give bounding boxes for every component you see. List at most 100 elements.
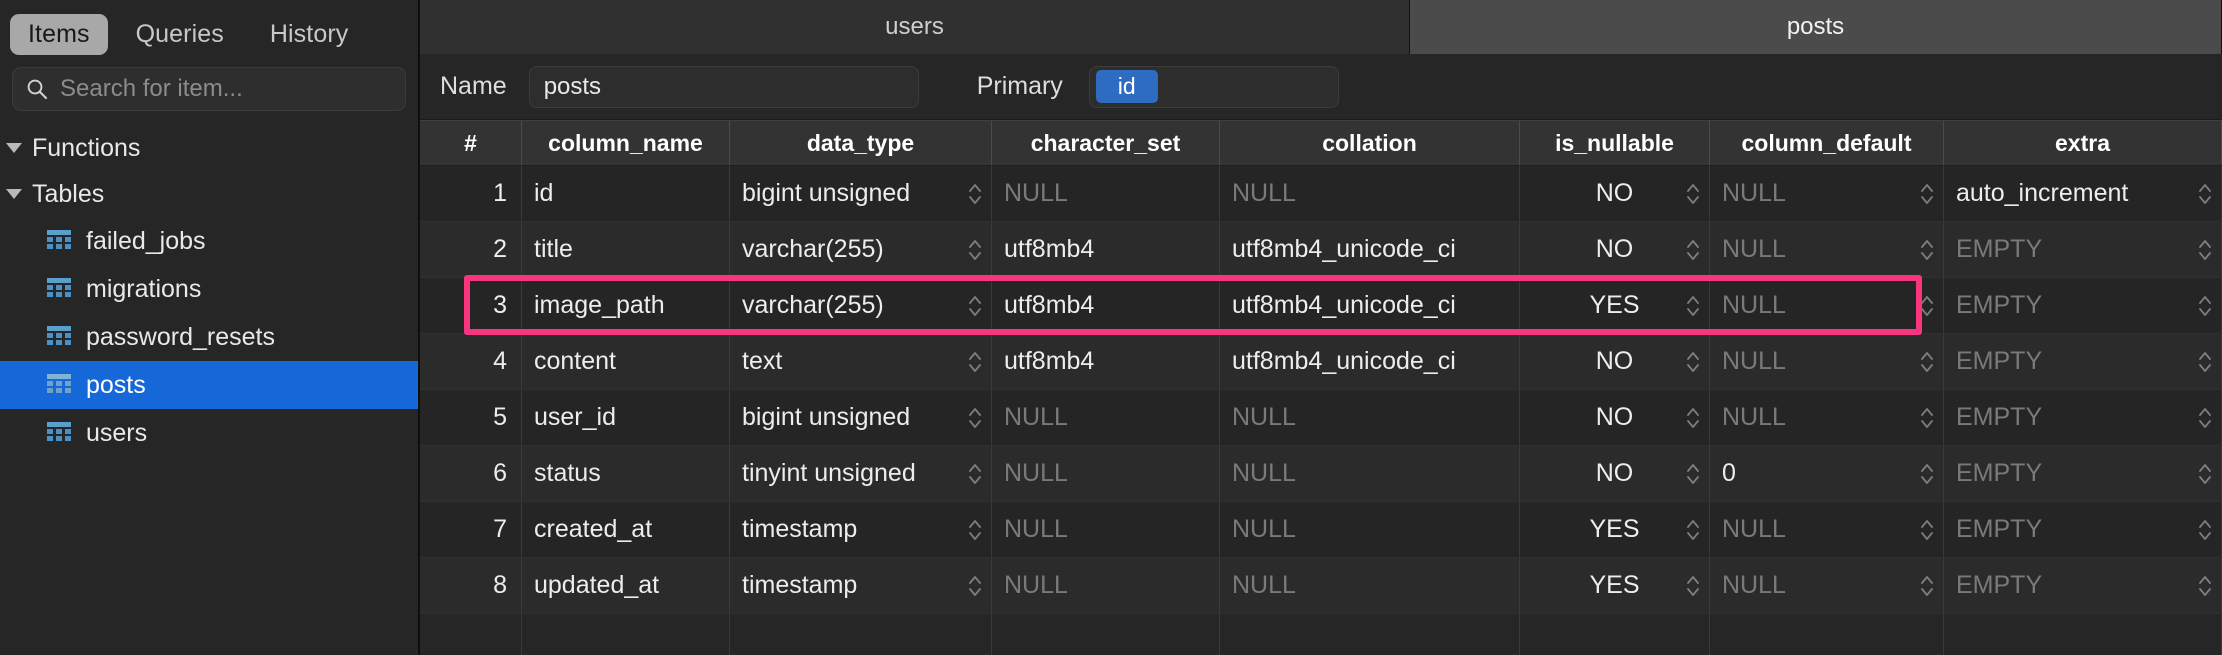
stepper-icon[interactable] [2197, 460, 2213, 488]
cell-num[interactable]: 7 [420, 502, 522, 557]
stepper-icon[interactable] [1919, 236, 1935, 264]
table-row[interactable]: 6 status tinyint unsigned NULL NULL NO 0 EMPTY [420, 446, 2222, 502]
stepper-icon[interactable] [2197, 348, 2213, 376]
cell-column-name[interactable]: title [522, 222, 730, 277]
sidebar-item-posts[interactable]: posts [0, 361, 418, 409]
primary-key-field[interactable]: id [1088, 65, 1339, 108]
stepper-icon[interactable] [1685, 236, 1701, 264]
stepper-icon[interactable] [1919, 348, 1935, 376]
cell-column-name[interactable]: content [522, 334, 730, 389]
cell-num[interactable]: 2 [420, 222, 522, 277]
cell-extra[interactable]: EMPTY [1944, 222, 2222, 277]
window-tab-posts[interactable]: posts [1410, 0, 2222, 54]
stepper-icon[interactable] [967, 516, 983, 544]
cell-column-default[interactable]: NULL [1710, 502, 1944, 557]
stepper-icon[interactable] [1685, 516, 1701, 544]
sidebar-tab-queries[interactable]: Queries [118, 14, 242, 55]
stepper-icon[interactable] [1685, 572, 1701, 600]
cell-column-default[interactable]: NULL [1710, 222, 1944, 277]
cell-is-nullable[interactable]: YES [1520, 558, 1710, 613]
chevron-down-icon[interactable] [6, 143, 22, 153]
cell-extra[interactable]: EMPTY [1944, 390, 2222, 445]
cell-column-default[interactable]: NULL [1710, 558, 1944, 613]
header-is-nullable[interactable]: is_nullable [1520, 121, 1710, 165]
cell-character-set[interactable]: NULL [992, 446, 1220, 501]
cell-is-nullable[interactable]: NO [1520, 222, 1710, 277]
cell-data-type[interactable] [730, 614, 992, 655]
sidebar-tab-items[interactable]: Items [10, 14, 108, 55]
table-row-blank[interactable] [420, 614, 2222, 655]
cell-column-default[interactable] [1710, 614, 1944, 655]
cell-data-type[interactable]: text [730, 334, 992, 389]
cell-character-set[interactable]: NULL [992, 502, 1220, 557]
stepper-icon[interactable] [2197, 292, 2213, 320]
cell-extra[interactable] [1944, 614, 2222, 655]
stepper-icon[interactable] [967, 292, 983, 320]
cell-character-set[interactable]: utf8mb4 [992, 222, 1220, 277]
stepper-icon[interactable] [967, 180, 983, 208]
sidebar-item-failed-jobs[interactable]: failed_jobs [0, 217, 418, 265]
cell-collation[interactable]: NULL [1220, 166, 1520, 221]
cell-extra[interactable]: EMPTY [1944, 278, 2222, 333]
table-row[interactable]: 2 title varchar(255) utf8mb4 utf8mb4_unicode… [420, 222, 2222, 278]
header-character-set[interactable]: character_set [992, 121, 1220, 165]
cell-collation[interactable]: utf8mb4_unicode_ci [1220, 278, 1520, 333]
cell-is-nullable[interactable]: NO [1520, 166, 1710, 221]
stepper-icon[interactable] [1685, 292, 1701, 320]
cell-extra[interactable]: EMPTY [1944, 558, 2222, 613]
cell-is-nullable[interactable]: NO [1520, 390, 1710, 445]
cell-collation[interactable] [1220, 614, 1520, 655]
cell-column-name[interactable]: updated_at [522, 558, 730, 613]
cell-extra[interactable]: EMPTY [1944, 334, 2222, 389]
stepper-icon[interactable] [1919, 460, 1935, 488]
cell-num[interactable]: 6 [420, 446, 522, 501]
table-row[interactable]: 8 updated_at timestamp NULL NULL YES NULL EMPTY [420, 558, 2222, 614]
cell-column-default[interactable]: NULL [1710, 166, 1944, 221]
cell-num[interactable]: 5 [420, 390, 522, 445]
cell-column-name[interactable]: id [522, 166, 730, 221]
cell-column-name[interactable]: status [522, 446, 730, 501]
stepper-icon[interactable] [2197, 180, 2213, 208]
window-tab-users[interactable]: users [420, 0, 1410, 54]
cell-is-nullable[interactable]: YES [1520, 278, 1710, 333]
cell-data-type[interactable]: varchar(255) [730, 278, 992, 333]
cell-character-set[interactable]: utf8mb4 [992, 334, 1220, 389]
stepper-icon[interactable] [1919, 516, 1935, 544]
stepper-icon[interactable] [1685, 180, 1701, 208]
header-extra[interactable]: extra [1944, 121, 2222, 165]
cell-column-default[interactable]: NULL [1710, 334, 1944, 389]
table-row[interactable]: 3 image_path varchar(255) utf8mb4 utf8mb4_un… [420, 278, 2222, 334]
cell-extra[interactable]: auto_increment [1944, 166, 2222, 221]
sidebar-item-password-resets[interactable]: password_resets [0, 313, 418, 361]
cell-num[interactable]: 8 [420, 558, 522, 613]
cell-data-type[interactable]: varchar(255) [730, 222, 992, 277]
stepper-icon[interactable] [967, 404, 983, 432]
stepper-icon[interactable] [967, 572, 983, 600]
cell-data-type[interactable]: tinyint unsigned [730, 446, 992, 501]
stepper-icon[interactable] [1919, 180, 1935, 208]
stepper-icon[interactable] [2197, 516, 2213, 544]
search-input[interactable]: Search for item... [12, 67, 406, 111]
cell-collation[interactable]: NULL [1220, 446, 1520, 501]
cell-data-type[interactable]: bigint unsigned [730, 166, 992, 221]
stepper-icon[interactable] [967, 348, 983, 376]
chevron-down-icon[interactable] [6, 189, 22, 199]
cell-num[interactable]: 3 [420, 278, 522, 333]
stepper-icon[interactable] [2197, 404, 2213, 432]
stepper-icon[interactable] [1919, 404, 1935, 432]
table-row[interactable]: 1 id bigint unsigned NULL NULL NO NULL auto_inc… [420, 166, 2222, 222]
cell-collation[interactable]: NULL [1220, 502, 1520, 557]
sidebar-item-migrations[interactable]: migrations [0, 265, 418, 313]
sidebar-tab-history[interactable]: History [252, 14, 366, 55]
cell-column-name[interactable]: user_id [522, 390, 730, 445]
cell-num[interactable] [420, 614, 522, 655]
stepper-icon[interactable] [2197, 572, 2213, 600]
header-num[interactable]: # [420, 121, 522, 165]
stepper-icon[interactable] [967, 460, 983, 488]
stepper-icon[interactable] [2197, 236, 2213, 264]
cell-is-nullable[interactable]: NO [1520, 334, 1710, 389]
cell-character-set[interactable]: NULL [992, 390, 1220, 445]
cell-character-set[interactable]: utf8mb4 [992, 278, 1220, 333]
header-collation[interactable]: collation [1220, 121, 1520, 165]
tree-group-functions[interactable]: Functions [0, 125, 418, 171]
